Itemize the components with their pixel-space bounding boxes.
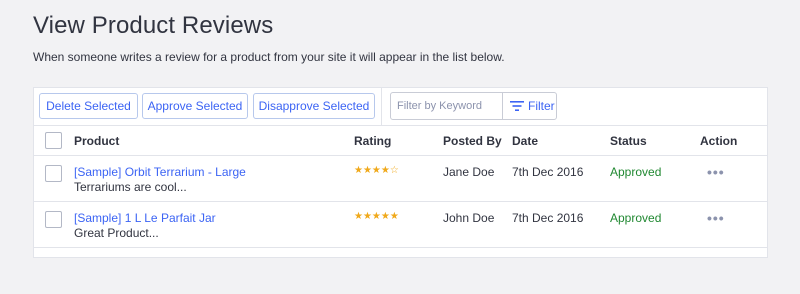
more-options-icon[interactable]: ••• bbox=[707, 211, 725, 225]
delete-selected-button[interactable]: Delete Selected bbox=[39, 93, 138, 119]
row-checkbox[interactable] bbox=[45, 211, 62, 228]
toolbar-divider bbox=[381, 88, 382, 125]
column-header-date: Date bbox=[512, 134, 539, 148]
rating-stars: ★★★★☆ bbox=[354, 165, 399, 176]
column-header-product: Product bbox=[74, 134, 120, 148]
row-checkbox[interactable] bbox=[45, 165, 62, 182]
column-header-action: Action bbox=[700, 134, 738, 148]
review-excerpt: Great Product... bbox=[74, 226, 159, 240]
column-header-posted-by: Posted By bbox=[443, 134, 502, 148]
select-all-checkbox[interactable] bbox=[45, 132, 62, 149]
filter-button[interactable]: Filter bbox=[502, 93, 556, 119]
status-badge: Approved bbox=[610, 211, 662, 225]
page-description: When someone writes a review for a produ… bbox=[33, 50, 505, 64]
table-row: [Sample] 1 L Le Parfait Jar Great Produc… bbox=[34, 202, 767, 248]
table-header: Product Rating Posted By Date Status Act… bbox=[34, 125, 767, 156]
keyword-search-input[interactable] bbox=[391, 93, 513, 119]
review-excerpt: Terrariums are cool... bbox=[74, 180, 187, 194]
disapprove-selected-button[interactable]: Disapprove Selected bbox=[253, 93, 375, 119]
column-header-rating: Rating bbox=[354, 134, 392, 148]
review-date: 7th Dec 2016 bbox=[512, 165, 584, 179]
filter-icon bbox=[510, 101, 524, 111]
review-date: 7th Dec 2016 bbox=[512, 211, 584, 225]
table-row: [Sample] Orbit Terrarium - Large Terrari… bbox=[34, 156, 767, 202]
posted-by: John Doe bbox=[443, 211, 495, 225]
filter-label: Filter bbox=[528, 99, 555, 113]
product-link[interactable]: [Sample] 1 L Le Parfait Jar bbox=[74, 211, 216, 225]
status-badge: Approved bbox=[610, 165, 662, 179]
keyword-filter: Filter bbox=[390, 92, 557, 120]
rating-stars: ★★★★★ bbox=[354, 211, 399, 222]
product-link[interactable]: [Sample] Orbit Terrarium - Large bbox=[74, 165, 246, 179]
reviews-panel: Delete Selected Approve Selected Disappr… bbox=[33, 87, 768, 258]
posted-by: Jane Doe bbox=[443, 165, 495, 179]
toolbar: Delete Selected Approve Selected Disappr… bbox=[34, 88, 767, 125]
column-header-status: Status bbox=[610, 134, 647, 148]
approve-selected-button[interactable]: Approve Selected bbox=[142, 93, 248, 119]
more-options-icon[interactable]: ••• bbox=[707, 165, 725, 179]
page-title: View Product Reviews bbox=[33, 12, 274, 39]
